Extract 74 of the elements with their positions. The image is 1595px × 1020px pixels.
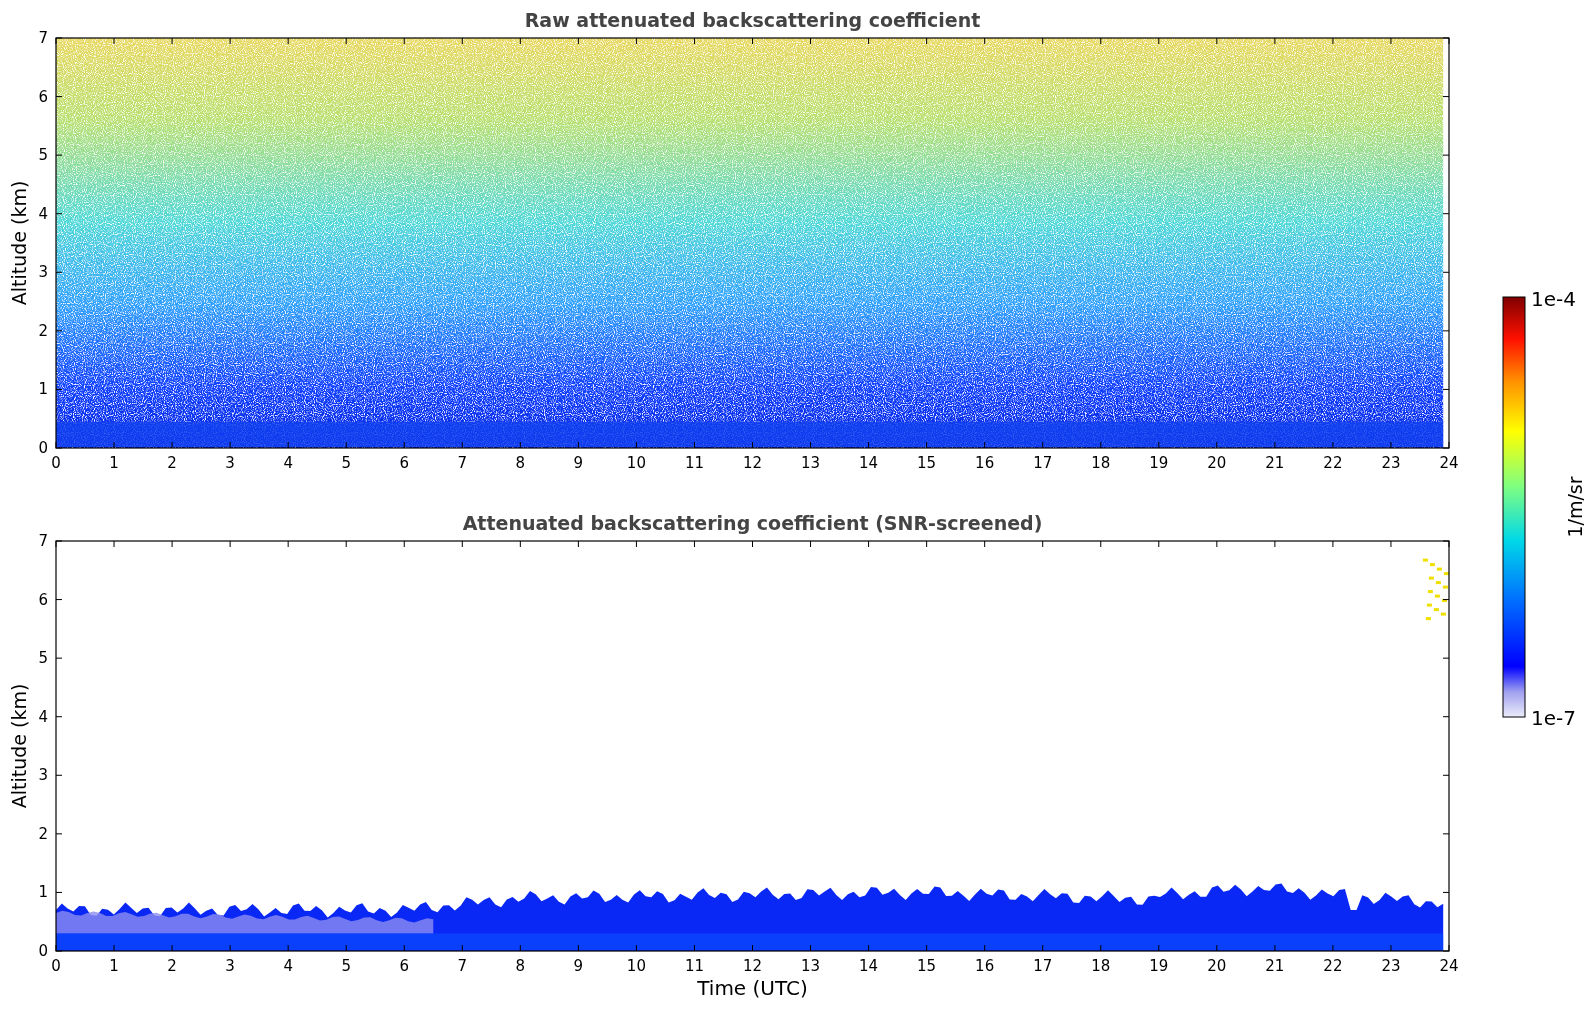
- x-tick-label: 16: [975, 957, 995, 975]
- x-tick-label: 23: [1381, 454, 1401, 472]
- x-tick-label: 19: [1149, 957, 1169, 975]
- y-axis-label: Altitude (km): [8, 683, 30, 809]
- x-tick-label: 13: [801, 957, 821, 975]
- y-tick-label: 3: [38, 766, 48, 785]
- x-tick-label: 5: [341, 454, 351, 472]
- x-tick-label: 9: [573, 454, 584, 472]
- x-tick-label: 24: [1439, 454, 1459, 472]
- y-tick-label: 5: [38, 649, 48, 668]
- x-tick-label: 9: [573, 957, 584, 975]
- x-tick-label: 4: [283, 957, 293, 975]
- y-tick-label: 6: [38, 87, 48, 106]
- x-tick-label: 18: [1091, 957, 1111, 975]
- x-tick-label: 19: [1149, 454, 1169, 472]
- x-tick-label: 0: [51, 957, 61, 975]
- x-tick-label: 21: [1265, 957, 1285, 975]
- y-tick-label: 7: [38, 29, 48, 47]
- y-tick-label: 0: [38, 439, 48, 457]
- x-tick-label: 2: [167, 454, 177, 472]
- y-tick-label: 7: [38, 532, 48, 550]
- x-axis-label: Time (UTC): [697, 976, 808, 1000]
- x-tick-label: 6: [399, 454, 409, 472]
- x-tick-label: 14: [859, 957, 879, 975]
- x-tick-label: 16: [975, 454, 995, 472]
- x-tick-label: 1: [109, 454, 119, 472]
- x-tick-label: 11: [684, 957, 704, 975]
- colorbar-min-label: 1e-7: [1531, 706, 1576, 730]
- x-tick-label: 3: [225, 454, 235, 472]
- y-tick-label: 2: [38, 824, 48, 843]
- x-tick-label: 0: [51, 454, 61, 472]
- x-tick-label: 23: [1381, 957, 1401, 975]
- y-tick-label: 0: [38, 942, 48, 960]
- x-tick-label: 20: [1207, 957, 1227, 975]
- x-tick-label: 3: [225, 957, 235, 975]
- x-tick-label: 7: [457, 957, 468, 975]
- x-tick-label: 15: [917, 454, 937, 472]
- x-tick-label: 11: [684, 454, 704, 472]
- x-tick-label: 22: [1323, 454, 1343, 472]
- y-tick-label: 1: [38, 883, 48, 902]
- x-tick-label: 1: [109, 957, 119, 975]
- x-tick-label: 12: [742, 957, 763, 975]
- chart-title: Attenuated backscattering coefficient (SNR-screened): [462, 512, 1043, 534]
- y-tick-label: 1: [38, 380, 48, 399]
- y-tick-label: 4: [38, 707, 48, 726]
- x-tick-label: 17: [1033, 957, 1053, 975]
- x-tick-label: 14: [859, 454, 879, 472]
- x-tick-label: 20: [1207, 454, 1227, 472]
- x-tick-label: 6: [399, 957, 409, 975]
- x-tick-label: 7: [457, 454, 468, 472]
- x-tick-label: 8: [515, 454, 526, 472]
- x-tick-label: 18: [1091, 454, 1111, 472]
- x-tick-label: 13: [801, 454, 821, 472]
- y-tick-label: 3: [38, 263, 48, 282]
- x-tick-label: 4: [283, 454, 293, 472]
- chart-title: Raw attenuated backscattering coefficient: [524, 9, 981, 31]
- x-tick-label: 8: [515, 957, 526, 975]
- x-tick-label: 22: [1323, 957, 1343, 975]
- x-tick-label: 24: [1439, 957, 1459, 975]
- x-tick-label: 15: [917, 957, 937, 975]
- x-tick-label: 17: [1033, 454, 1053, 472]
- colorbar-label: 1/m/sr: [1564, 476, 1586, 538]
- x-tick-label: 10: [626, 454, 646, 472]
- y-tick-label: 5: [38, 146, 48, 165]
- colorbar-max-label: 1e-4: [1531, 287, 1576, 311]
- y-tick-label: 4: [38, 204, 48, 223]
- y-tick-label: 6: [38, 590, 48, 609]
- x-tick-label: 21: [1265, 454, 1285, 472]
- y-tick-label: 2: [38, 321, 48, 340]
- x-tick-label: 5: [341, 957, 351, 975]
- x-tick-label: 10: [626, 957, 646, 975]
- y-axis-label: Altitude (km): [8, 180, 30, 306]
- x-tick-label: 2: [167, 957, 177, 975]
- x-tick-label: 12: [742, 454, 763, 472]
